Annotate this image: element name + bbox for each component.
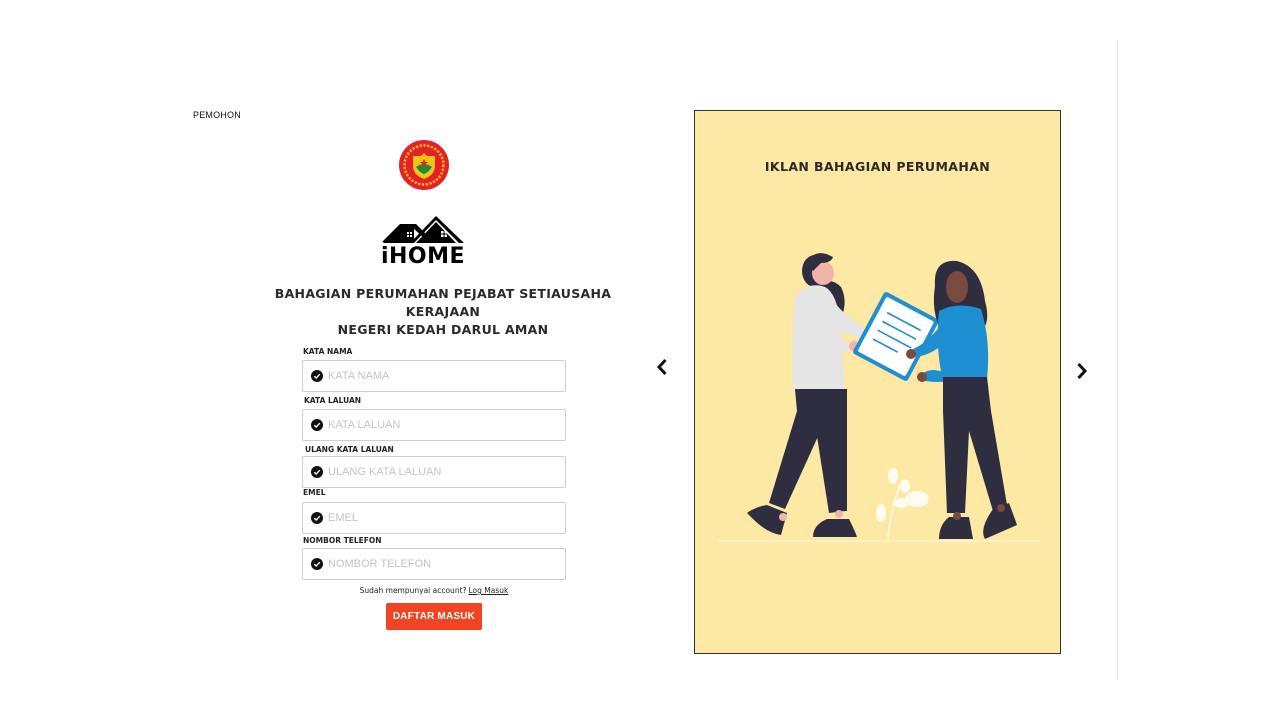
- check-circle-icon: [311, 558, 323, 570]
- confirm-password-field: [302, 456, 566, 488]
- username-field: [302, 360, 566, 392]
- phone-field: [302, 548, 566, 580]
- check-circle-icon: [311, 419, 323, 431]
- ad-slide: IKLAN BAHAGIAN PERUMAHAN: [694, 110, 1061, 654]
- username-input[interactable]: [328, 370, 548, 382]
- register-button[interactable]: DAFTAR MASUK: [386, 603, 482, 630]
- organization-line-2: NEGERI KEDAH DARUL AMAN: [337, 322, 549, 337]
- login-link[interactable]: Log Masuk: [469, 586, 509, 595]
- carousel-prev-button[interactable]: [652, 357, 672, 377]
- registration-page: PEMOHON iHOME BAHAGIAN PERUMAHAN PEJABAT…: [0, 0, 1280, 720]
- houses-logo-icon: [382, 216, 464, 243]
- email-input[interactable]: [328, 512, 548, 524]
- handover-illustration: [717, 253, 1040, 542]
- organization-name: BAHAGIAN PERUMAHAN PEJABAT SETIAUSAHA KE…: [240, 285, 646, 339]
- organization-line-1: BAHAGIAN PERUMAHAN PEJABAT SETIAUSAHA KE…: [274, 286, 612, 319]
- state-crest-icon: [399, 140, 449, 190]
- password-input[interactable]: [328, 419, 548, 431]
- account-prompt: Sudah mempunyai account? Log Masuk: [240, 586, 628, 595]
- check-circle-icon: [311, 512, 323, 524]
- brand-name: iHOME: [380, 244, 466, 269]
- chevron-left-icon: [656, 358, 667, 376]
- confirm-password-label: ULANG KATA LALUAN: [305, 445, 394, 454]
- chevron-right-icon: [1077, 362, 1088, 380]
- phone-label: NOMBOR TELEFON: [303, 536, 382, 545]
- username-label: KATA NAMA: [303, 347, 353, 356]
- password-label: KATA LALUAN: [304, 396, 362, 405]
- phone-input[interactable]: [328, 558, 548, 570]
- account-prompt-text: Sudah mempunyai account?: [359, 586, 467, 595]
- confirm-password-input[interactable]: [328, 466, 548, 478]
- password-field: [302, 409, 566, 441]
- email-field: [302, 502, 566, 534]
- role-label: PEMOHON: [193, 110, 241, 120]
- check-circle-icon: [311, 466, 323, 478]
- carousel-next-button[interactable]: [1072, 361, 1092, 381]
- email-label: EMEL: [303, 488, 326, 497]
- vertical-divider: [1117, 40, 1118, 680]
- brand-logo: iHOME: [380, 212, 466, 270]
- check-circle-icon: [311, 370, 323, 382]
